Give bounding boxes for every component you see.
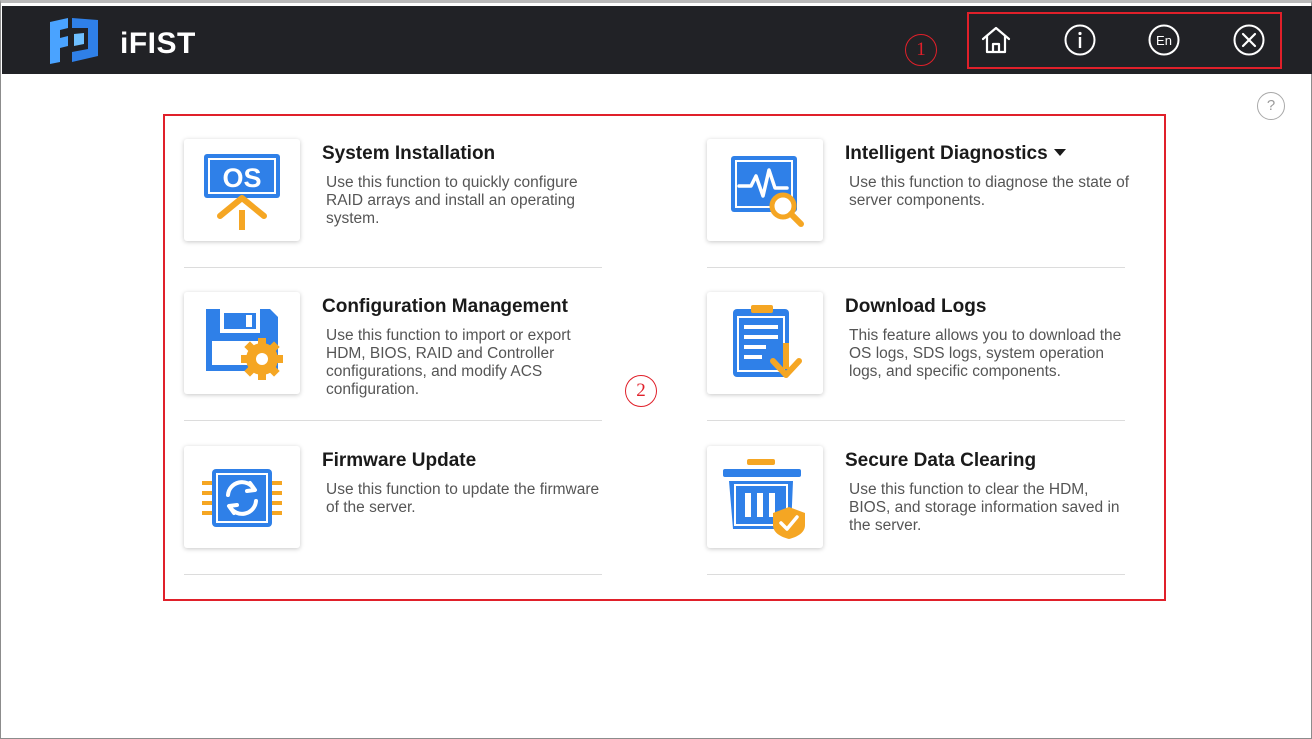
annotation-callout-1: 1 [905, 34, 937, 66]
home-icon [981, 26, 1011, 54]
card-system-installation[interactable]: OS System Installation Use this function… [184, 115, 602, 268]
card-firmware-update[interactable]: Firmware Update Use this function to upd… [184, 422, 602, 575]
card-description: This feature allows you to download the … [849, 327, 1122, 380]
language-icon: En [1148, 24, 1180, 56]
card-title: Secure Data Clearing [845, 450, 1037, 471]
home-button[interactable] [979, 23, 1013, 57]
card-title: Firmware Update [322, 450, 477, 471]
dropdown-caret-icon[interactable] [1053, 149, 1066, 156]
card-icon-tile [707, 446, 823, 548]
os-label: OS [222, 163, 261, 193]
close-icon [1233, 24, 1265, 56]
firmware-update-icon [202, 469, 282, 527]
secure-clear-icon [723, 459, 805, 539]
app-title: iFIST [120, 27, 196, 60]
info-button[interactable] [1063, 23, 1097, 57]
card-icon-tile [184, 292, 300, 394]
card-title: System Installation [322, 143, 496, 164]
configuration-icon [206, 309, 283, 380]
os-install-icon: OS [204, 154, 280, 230]
info-icon [1064, 24, 1096, 56]
card-title: Download Logs [845, 296, 987, 317]
card-configuration-management[interactable]: Configuration Management Use this functi… [184, 268, 602, 421]
card-secure-data-clearing[interactable]: Secure Data Clearing Use this function t… [707, 422, 1125, 575]
diagnostics-icon [731, 156, 804, 227]
help-button[interactable]: ? [1257, 92, 1285, 120]
language-button[interactable]: En [1147, 23, 1181, 57]
card-download-logs[interactable]: Download Logs This feature allows you to… [707, 268, 1125, 421]
card-description: Use this function to update the firmware… [326, 481, 600, 516]
app-window: iFIST 1 En ? 2 OS System Installation Us… [0, 0, 1312, 739]
card-icon-tile [707, 292, 823, 394]
card-icon-tile [707, 139, 823, 241]
card-description: Use this function to quickly configure R… [326, 174, 578, 227]
annotation-callout-2: 2 [625, 375, 657, 407]
card-title: Configuration Management [322, 296, 568, 317]
card-title: Intelligent Diagnostics [845, 142, 1066, 166]
card-description: Use this function to diagnose the state … [849, 174, 1130, 209]
card-icon-tile: OS [184, 139, 300, 241]
card-icon-tile [184, 446, 300, 548]
download-logs-icon [733, 305, 802, 378]
card-description: Use this function to clear the HDM, BIOS… [849, 481, 1120, 534]
close-button[interactable] [1232, 23, 1266, 57]
ifist-logo-icon [46, 16, 102, 66]
language-label: En [1156, 33, 1172, 48]
card-description: Use this function to import or export HD… [326, 327, 571, 398]
card-intelligent-diagnostics[interactable]: Intelligent Diagnostics Use this functio… [707, 115, 1129, 268]
